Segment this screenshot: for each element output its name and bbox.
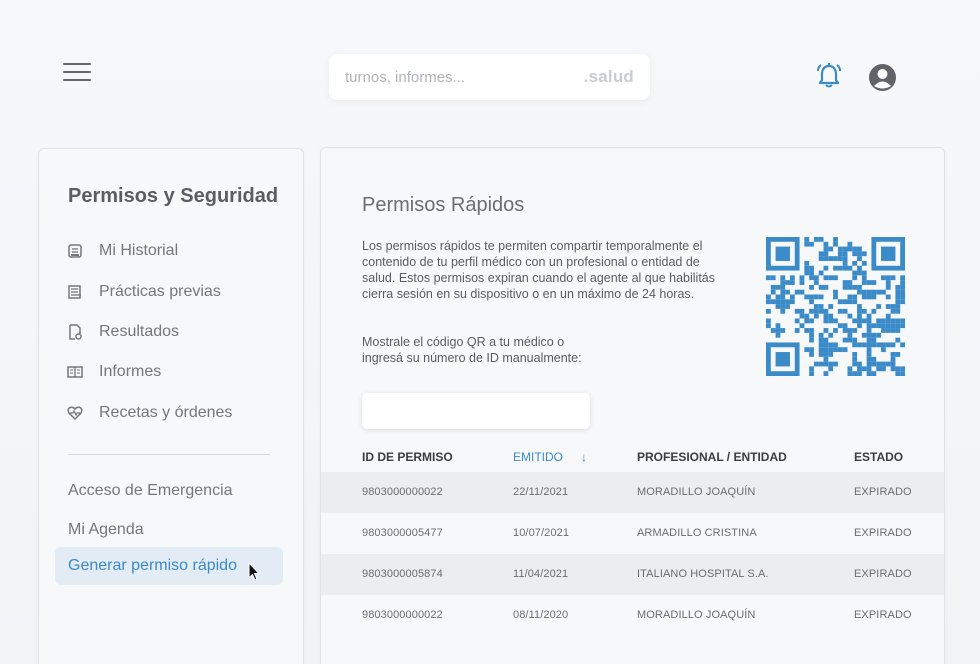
results-icon [69, 324, 82, 340]
cell-profesional: ITALIANO HOSPITAL S.A. [637, 568, 769, 580]
permission-id-input[interactable] [362, 393, 590, 429]
search-bar[interactable]: .salud [329, 54, 650, 100]
sidebar-item-label: Recetas y órdenes [99, 404, 233, 421]
clipboard-icon [68, 285, 81, 299]
sidebar-item-label: Resultados [99, 323, 180, 340]
table-row[interactable]: 9803000005874 11/04/2021 ITALIANO HOSPIT… [321, 554, 944, 595]
column-emitido[interactable]: EMITIDO ↓ [513, 450, 587, 464]
menu-icon[interactable] [63, 63, 91, 83]
sidebar-item-historial[interactable]: Mi Historial [67, 238, 178, 264]
sidebar-item-informes[interactable]: Informes [67, 359, 161, 385]
sidebar-item-label: Informes [99, 363, 162, 380]
cell-id: 9803000000022 [362, 609, 443, 621]
table-row[interactable]: 9803000000022 08/11/2020 MORADILLO JOAQU… [321, 595, 944, 636]
sidebar-link-agenda[interactable]: Mi Agenda [68, 521, 144, 539]
cell-estado: EXPIRADO [854, 486, 912, 498]
description-text: Los permisos rápidos te permiten compart… [362, 239, 715, 301]
column-estado[interactable]: ESTADO [854, 450, 903, 464]
history-icon [68, 244, 82, 258]
cell-id: 9803000005477 [362, 527, 443, 539]
table-row[interactable]: 9803000005477 10/07/2021 ARMADILLO CRIST… [321, 513, 944, 554]
cell-emitido: 08/11/2020 [513, 609, 569, 621]
sidebar-item-recetas[interactable]: Recetas y órdenes [67, 400, 232, 426]
mouse-cursor-icon [248, 562, 261, 581]
bell-icon[interactable] [814, 61, 844, 91]
column-emitido-label: EMITIDO [513, 450, 563, 464]
sidebar-item-practicas[interactable]: Prácticas previas [67, 279, 221, 305]
cell-profesional: MORADILLO JOAQUÍN [637, 609, 756, 621]
cell-emitido: 22/11/2021 [513, 486, 569, 498]
user-icon[interactable] [868, 63, 897, 92]
qr-code-icon [766, 237, 905, 376]
table-row[interactable]: 9803000000022 22/11/2021 MORADILLO JOAQU… [321, 472, 944, 513]
table-header: ID DE PERMISO EMITIDO ↓ PROFESIONAL / ENT… [321, 446, 944, 470]
reports-icon [67, 366, 83, 378]
search-input[interactable] [345, 68, 584, 86]
page-title: Permisos Rápidos [362, 194, 525, 216]
sidebar-item-label: Mi Historial [99, 242, 179, 259]
cell-id: 9803000005874 [362, 568, 443, 580]
sidebar-panel: Permisos y Seguridad Mi Historial Prácti… [38, 148, 304, 664]
sidebar-title: Permisos y Seguridad [68, 185, 279, 207]
cell-id: 9803000000022 [362, 486, 443, 498]
sidebar-item-resultados[interactable]: Resultados [67, 319, 179, 345]
main-panel: Permisos Rápidos Los permisos rápidos te… [320, 147, 945, 664]
cell-estado: EXPIRADO [854, 568, 912, 580]
brand-logo: .salud [583, 67, 634, 86]
cell-estado: EXPIRADO [854, 527, 912, 539]
cell-emitido: 11/04/2021 [513, 568, 569, 580]
qr-prompt-text: Mostrale el código QR a tu médico o ingr… [362, 335, 582, 365]
sidebar-item-label: Generar permiso rápido [68, 557, 237, 574]
cell-profesional: ARMADILLO CRISTINA [637, 527, 757, 539]
prescription-icon [67, 406, 83, 421]
column-id[interactable]: ID DE PERMISO [362, 450, 453, 464]
column-profesional[interactable]: PROFESIONAL / ENTIDAD [637, 450, 787, 464]
sort-down-icon: ↓ [581, 450, 587, 464]
cell-emitido: 10/07/2021 [513, 527, 570, 539]
sidebar-divider [68, 454, 270, 455]
cell-estado: EXPIRADO [854, 609, 912, 621]
sidebar-link-emergencia[interactable]: Acceso de Emergencia [68, 482, 233, 500]
sidebar-item-label: Prácticas previas [99, 283, 221, 300]
cell-profesional: MORADILLO JOAQUÍN [637, 486, 756, 498]
